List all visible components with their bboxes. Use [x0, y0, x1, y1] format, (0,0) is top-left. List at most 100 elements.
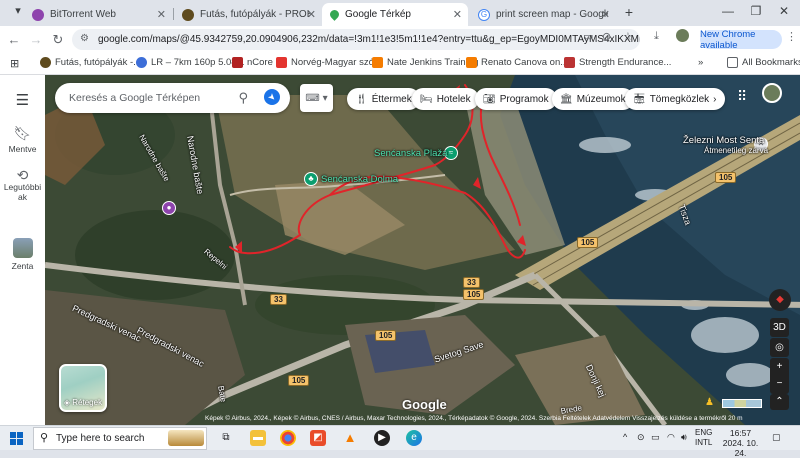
bookmark-item[interactable]: Renato Canova on...: [466, 57, 568, 68]
minimize-button[interactable]: —: [718, 4, 738, 18]
place-poi-icon[interactable]: ●: [162, 201, 176, 215]
url-text: google.com/maps/@45.9342759,20.0904906,2…: [98, 34, 640, 45]
zoom-out-button[interactable]: −: [770, 375, 789, 392]
rail-saved[interactable]: 🔖︎ Mentve: [0, 125, 45, 154]
tab-prohardver[interactable]: Futás, futópályák - PROHARDVER! ✕: [174, 3, 322, 26]
chrome-taskbar-icon[interactable]: [280, 430, 296, 446]
forward-button[interactable]: →: [28, 32, 44, 47]
chip-restaurants[interactable]: 🍴︎ Éttermek: [347, 88, 420, 110]
tab-title: Google Térkép: [345, 9, 411, 20]
compass-icon[interactable]: ◆: [769, 289, 791, 311]
close-tab-icon[interactable]: ✕: [157, 8, 166, 21]
new-tab-button[interactable]: +: [619, 4, 639, 20]
search-icon[interactable]: ⚲: [238, 90, 248, 106]
notifications-icon[interactable]: ▢: [772, 432, 781, 443]
all-bookmarks-button[interactable]: All Bookmarks: [727, 57, 800, 68]
network-icon[interactable]: ▭: [651, 432, 660, 443]
install-icon[interactable]: ▭: [583, 30, 593, 43]
vlc-icon[interactable]: ▲: [342, 430, 358, 446]
clock-date: 2024. 10. 24.: [722, 438, 759, 458]
search-highlight-icon[interactable]: [168, 430, 204, 446]
park-poi-icon[interactable]: ♣: [304, 172, 318, 186]
download-icon[interactable]: ⤓: [654, 30, 659, 43]
profile-avatar[interactable]: [676, 29, 689, 42]
tab-search-icon[interactable]: ▾: [8, 4, 28, 17]
bookmark-item[interactable]: Strength Endurance...: [564, 57, 671, 68]
road-shield: 105: [715, 172, 737, 183]
bookmark-label: Strength Endurance...: [579, 57, 672, 68]
chip-museums[interactable]: 🏛︎ Múzeumok: [552, 88, 634, 110]
edge-icon[interactable]: e: [406, 430, 422, 446]
task-view-icon[interactable]: ⧉: [218, 430, 234, 446]
expand-imagery-button[interactable]: ⌃: [770, 394, 789, 410]
satellite-map[interactable]: Keresés a Google Térképen ⚲ ➤ ⌨ ▾ 🍴︎ Étte…: [45, 75, 800, 425]
close-tab-icon[interactable]: ✕: [601, 8, 610, 21]
rail-recent-label: Legutóbbiak: [3, 182, 42, 202]
close-window-button[interactable]: ✕: [774, 4, 794, 18]
zoom-in-button[interactable]: +: [770, 358, 789, 375]
bookmark-item[interactable]: Nate Jenkins Training: [372, 57, 478, 68]
restore-button[interactable]: ❐: [746, 4, 766, 18]
bridge-label[interactable]: Železni Most Senta: [683, 135, 764, 146]
tab-bittorrent[interactable]: BitTorrent Web ✕: [24, 3, 172, 26]
bookmark-item[interactable]: nCore: [232, 57, 273, 68]
3d-view-button[interactable]: 3D: [770, 318, 789, 337]
rail-recent-place[interactable]: Zenta: [0, 238, 45, 271]
imagery-thumbnails[interactable]: [722, 399, 762, 408]
chip-hotels[interactable]: 🛏︎ Hotelek: [412, 88, 479, 110]
system-clock[interactable]: 16:57 2024. 10. 24.: [718, 428, 763, 458]
my-location-icon[interactable]: ◎: [770, 338, 789, 357]
language-indicator[interactable]: ENG INTL: [695, 428, 712, 448]
beach-label[interactable]: Senćanska Plaža: [374, 148, 447, 159]
chip-things-to-do[interactable]: 📷︎ Programok: [475, 88, 557, 110]
road-shield: 105: [577, 237, 599, 248]
tab-google-maps[interactable]: Google Térkép ✕: [322, 3, 468, 26]
chrome-update-button[interactable]: New Chrome available: [700, 29, 782, 51]
tray-overflow-icon[interactable]: ^: [623, 432, 627, 442]
maps-side-rail: ☰ 🔖︎ Mentve ⟲ Legutóbbiak Zenta: [0, 75, 45, 425]
eye-off-icon[interactable]: ⊘: [602, 30, 611, 43]
office-icon[interactable]: ◩: [310, 430, 326, 446]
tab-google-search[interactable]: G print screen map - Google-keresés ✕: [470, 3, 616, 26]
apps-icon[interactable]: ⊞: [10, 57, 19, 70]
directions-icon[interactable]: ➤: [260, 85, 284, 109]
bookmarks-overflow-button[interactable]: »: [698, 57, 703, 68]
pegman-icon[interactable]: ♟: [705, 397, 714, 408]
chevron-right-icon[interactable]: ›: [713, 94, 716, 105]
bookmark-item[interactable]: Norvég-Magyar szó...: [276, 57, 382, 68]
bridge-status-label: Átmenetileg zárva: [704, 146, 769, 155]
dolma-label[interactable]: Senćanska Dolma: [321, 174, 398, 185]
media-player-icon[interactable]: ▶: [374, 430, 390, 446]
tray-app-icon[interactable]: ⊙: [637, 432, 645, 443]
menu-icon[interactable]: ☰: [0, 91, 45, 109]
file-explorer-icon[interactable]: ▬: [250, 430, 266, 446]
museum-icon: 🏛︎: [560, 93, 573, 105]
restaurant-icon: 🍴︎: [355, 93, 368, 105]
google-favicon-icon: G: [478, 8, 490, 21]
volume-icon[interactable]: 🔊︎: [681, 432, 687, 443]
keyboard-input-button[interactable]: ⌨ ▾: [300, 84, 333, 112]
all-bookmarks-label: All Bookmarks: [742, 57, 800, 68]
chrome-menu-icon[interactable]: ⋮: [786, 30, 797, 43]
history-icon: ⟲: [16, 167, 29, 183]
rail-recent[interactable]: ⟲ Legutóbbiak: [0, 167, 45, 202]
site-info-icon[interactable]: ⚙: [80, 33, 89, 44]
address-bar[interactable]: ⚙ google.com/maps/@45.9342759,20.0904906…: [72, 29, 640, 50]
close-tab-icon[interactable]: ✕: [307, 8, 316, 21]
chip-transit[interactable]: 🚋︎ Tömegközlek ›: [625, 88, 725, 110]
search-icon: ⚲: [40, 432, 49, 444]
bookmark-item[interactable]: LR – 7km 160p 5.08...: [136, 57, 244, 68]
bookmark-item[interactable]: Futás, futópályák -...: [40, 57, 141, 68]
wifi-icon[interactable]: ◠: [667, 432, 675, 443]
layers-button[interactable]: ◈ Rétegek: [59, 364, 107, 412]
chip-label: Programok: [499, 93, 549, 105]
back-button[interactable]: ←: [6, 32, 22, 47]
chip-label: Hotelek: [436, 93, 471, 105]
reload-button[interactable]: ↻: [50, 32, 66, 48]
windows-start-icon[interactable]: [10, 432, 23, 445]
account-avatar[interactable]: [762, 83, 782, 103]
bookmark-star-icon[interactable]: ☆: [623, 30, 633, 43]
google-apps-icon[interactable]: ⠿: [737, 88, 747, 105]
map-search-box[interactable]: Keresés a Google Térképen ⚲ ➤: [55, 83, 290, 113]
close-tab-icon[interactable]: ✕: [453, 8, 462, 21]
